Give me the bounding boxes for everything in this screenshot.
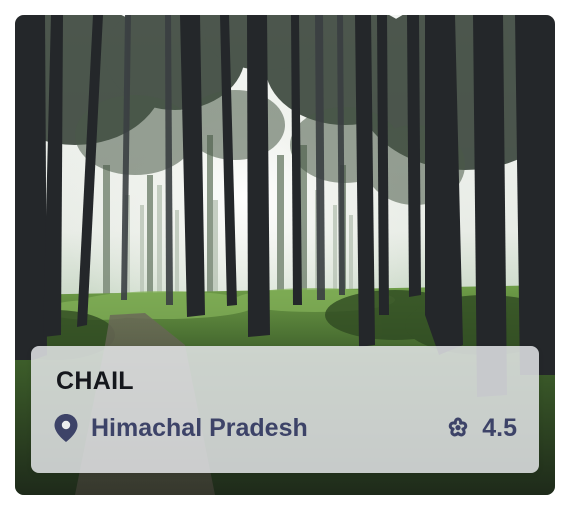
rating-value: 4.5 <box>482 414 517 442</box>
rating-row: 4.5 <box>446 413 517 443</box>
card-info-panel: CHAIL Himachal Pradesh 4.5 <box>31 346 539 473</box>
map-pin-icon <box>54 414 78 442</box>
destination-title: CHAIL <box>56 367 134 395</box>
destination-card[interactable]: CHAIL Himachal Pradesh 4.5 <box>15 15 555 495</box>
location-label: Himachal Pradesh <box>91 414 308 442</box>
flower-icon <box>448 417 468 437</box>
location-row: Himachal Pradesh <box>53 413 308 443</box>
